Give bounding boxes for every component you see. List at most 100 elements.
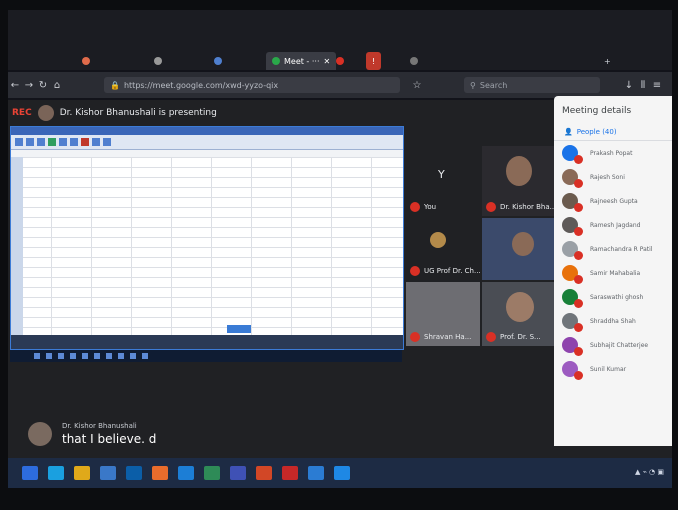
tab-inactive[interactable] <box>404 52 424 70</box>
excel-icon[interactable] <box>204 466 220 480</box>
tile-label: Dr. Kishor Bha... <box>486 202 556 212</box>
browser-tab-strip: Meet - ··· ✕ ! + <box>8 10 672 70</box>
download-icon[interactable]: ↓ <box>622 80 636 91</box>
participant-tile[interactable]: Prof. Dr. S... <box>482 282 556 346</box>
url-field[interactable]: 🔒 https://meet.google.com/xwd-yyzo-qix <box>104 77 400 93</box>
participant-tile[interactable]: Dr. Kishor Bha... <box>482 146 556 216</box>
participant-tile[interactable] <box>482 218 556 280</box>
participant-row[interactable]: Prakash Popat <box>554 141 672 165</box>
participant-avatar <box>562 265 583 284</box>
toolbar-icon <box>103 138 111 146</box>
tile-name: You <box>424 203 437 211</box>
shared-status-bar <box>11 335 403 349</box>
tile-name: Dr. Kishor Bha... <box>500 203 556 211</box>
taskbar-app-icon <box>58 353 64 359</box>
tile-label: Shravan Ha... <box>410 332 471 342</box>
menu-icon[interactable]: ≡ <box>650 80 664 91</box>
live-caption: Dr. Kishor Bhanushali that I believe. d <box>28 422 156 446</box>
mic-off-icon <box>574 275 583 284</box>
mic-off-icon <box>486 332 496 342</box>
toolbar-icon <box>81 138 89 146</box>
row-header <box>11 157 23 335</box>
tile-label: UG Prof Dr. Ch... <box>410 266 480 276</box>
participant-tile[interactable]: Shravan Ha... <box>406 282 480 346</box>
url-text: https://meet.google.com/xwd-yyzo-qix <box>123 80 279 90</box>
forward-icon[interactable]: → <box>22 80 36 91</box>
start-icon[interactable] <box>22 466 38 480</box>
store-icon[interactable] <box>100 466 116 480</box>
participant-avatar <box>562 193 583 212</box>
tab-inactive[interactable] <box>148 52 168 70</box>
participant-row[interactable]: Ramachandra R Patil <box>554 237 672 261</box>
outlook-icon[interactable] <box>126 466 142 480</box>
home-icon[interactable]: ⌂ <box>50 80 64 91</box>
reload-icon[interactable]: ↻ <box>36 80 50 91</box>
participant-tile-you[interactable]: Y You <box>406 146 480 216</box>
word-icon[interactable] <box>308 466 324 480</box>
taskbar-app-icon <box>46 353 52 359</box>
participant-name: Shraddha Shah <box>590 317 636 325</box>
mail-icon[interactable] <box>334 466 350 480</box>
bookmark-star-icon[interactable]: ☆ <box>410 80 424 91</box>
mic-off-icon <box>410 202 420 212</box>
panel-title: Meeting details <box>562 106 632 116</box>
system-tray[interactable]: ▲ ⌁ ◔ ▣ <box>635 468 664 476</box>
search-input[interactable]: ⚲ Search <box>464 77 600 93</box>
participant-name: Ramesh Jagdand <box>590 221 641 229</box>
participant-row[interactable]: Rajneesh Gupta <box>554 189 672 213</box>
tab-highlighted[interactable]: ! <box>366 52 382 70</box>
participant-name: Samir Mahabalia <box>590 269 641 277</box>
participant-avatar <box>562 289 583 308</box>
tab-inactive[interactable] <box>330 52 350 70</box>
presenter-avatar <box>37 105 54 121</box>
back-icon[interactable]: ← <box>8 80 22 91</box>
participant-avatar <box>562 361 583 380</box>
tab-favicon-icon <box>154 57 162 65</box>
lock-icon: 🔒 <box>110 80 120 90</box>
teams-icon[interactable] <box>230 466 246 480</box>
edge-icon[interactable] <box>48 466 64 480</box>
shared-taskbar <box>10 350 402 362</box>
presenting-banner: REC Dr. Kishor Bhanushali is presenting <box>12 104 217 122</box>
app-icon[interactable] <box>178 466 194 480</box>
shared-screen-spreadsheet <box>10 126 404 350</box>
toolbar-icon <box>26 138 34 146</box>
tab-favicon-icon <box>410 57 418 65</box>
new-tab-button[interactable]: + <box>598 52 617 70</box>
participant-tile[interactable]: UG Prof Dr. Ch... <box>406 218 480 280</box>
participant-row[interactable]: Subhajit Chatterjee <box>554 333 672 357</box>
people-icon: 👤 <box>564 128 573 136</box>
participant-row[interactable]: Sunil Kumar <box>554 357 672 381</box>
participant-row[interactable]: Shraddha Shah <box>554 309 672 333</box>
library-icon[interactable]: ⫴ <box>636 80 650 91</box>
firefox-icon[interactable] <box>152 466 168 480</box>
taskbar-app-icon <box>142 353 148 359</box>
taskbar-app-icon <box>118 353 124 359</box>
tab-inactive[interactable] <box>208 52 228 70</box>
participant-avatar <box>430 232 446 248</box>
participant-row[interactable]: Samir Mahabalia <box>554 261 672 285</box>
participant-avatar <box>562 241 583 260</box>
rec-indicator: REC <box>12 108 32 118</box>
participant-row[interactable]: Rajesh Soni <box>554 165 672 189</box>
participant-row[interactable]: Ramesh Jagdand <box>554 213 672 237</box>
caption-speaker: Dr. Kishor Bhanushali <box>62 422 137 430</box>
tile-name: Shravan Ha... <box>424 333 472 341</box>
mic-off-icon <box>574 371 583 380</box>
powerpoint-icon[interactable] <box>256 466 272 480</box>
tab-meet[interactable]: Meet - ··· ✕ <box>266 52 337 70</box>
participant-row[interactable]: Saraswathi ghosh <box>554 285 672 309</box>
people-tab[interactable]: 👤 People (40) <box>554 124 672 141</box>
tile-name: UG Prof Dr. Ch... <box>424 267 480 275</box>
participant-name: Sunil Kumar <box>590 365 627 373</box>
participant-name: Saraswathi ghosh <box>590 293 644 301</box>
mic-off-icon <box>574 251 583 260</box>
toolbar-icon <box>15 138 23 146</box>
search-icon: ⚲ <box>470 80 476 90</box>
tab-inactive[interactable] <box>76 52 96 70</box>
folder-icon[interactable] <box>74 466 90 480</box>
taskbar-app-icon <box>70 353 76 359</box>
pdf-icon[interactable] <box>282 466 298 480</box>
mic-off-icon <box>574 227 583 236</box>
presenting-text: Dr. Kishor Bhanushali is presenting <box>59 108 217 118</box>
